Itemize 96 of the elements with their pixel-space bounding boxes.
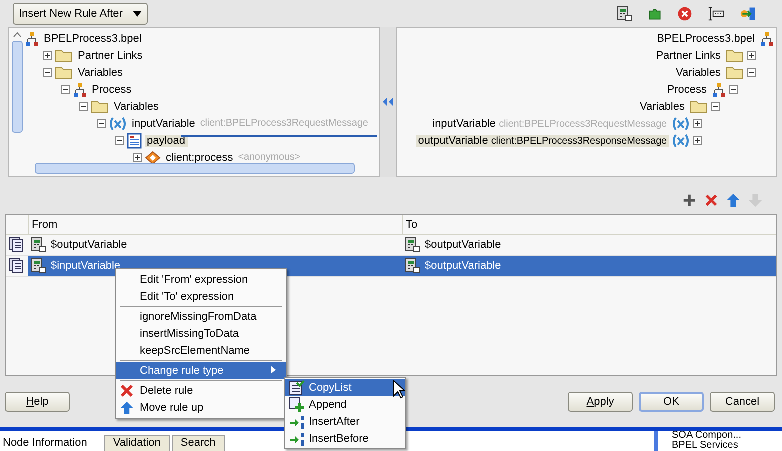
tree-node-label[interactable]: outputVariable client:BPELProcess3ResponseMessage — [416, 134, 669, 146]
close-icon[interactable] — [677, 6, 693, 22]
delete-icon[interactable] — [704, 193, 719, 208]
collapse-toggle[interactable] — [79, 102, 88, 111]
tree-node-label[interactable]: payload — [145, 134, 188, 146]
menu-item[interactable]: InsertAfter — [285, 413, 405, 430]
collapse-toggle[interactable] — [61, 85, 70, 94]
cancel-button[interactable]: Cancel — [710, 392, 775, 412]
submenu-arrow-icon — [271, 366, 276, 374]
panel-tab[interactable]: Search — [172, 435, 225, 451]
up-arrow-icon — [120, 400, 134, 414]
insert-icon — [289, 430, 305, 446]
help-button[interactable]: Help — [5, 392, 70, 412]
tree-node-label[interactable]: client:process — [164, 152, 236, 164]
tree-node-label[interactable]: Process — [665, 84, 709, 96]
list-icon — [289, 380, 305, 396]
apply-button[interactable]: Apply — [568, 392, 633, 412]
add-icon[interactable] — [682, 193, 697, 208]
tree-node-label[interactable]: Partner Links — [654, 50, 723, 62]
scrollbar-thumb[interactable] — [35, 163, 355, 174]
tree-node-label[interactable]: inputVariable client:BPELProcess3RequestMessage — [430, 118, 669, 130]
collapse-toggle[interactable] — [711, 102, 720, 111]
table-cell: $inputVariable — [51, 260, 121, 272]
expand-toggle[interactable] — [747, 51, 756, 60]
panel-tab[interactable]: Validation — [104, 435, 170, 451]
scrollbar-thumb[interactable] — [12, 41, 22, 133]
ok-button[interactable]: OK — [639, 392, 704, 412]
menu-item[interactable]: keepSrcElementName — [116, 342, 286, 359]
expand-toggle[interactable] — [693, 136, 702, 145]
expand-toggle[interactable] — [693, 119, 702, 128]
palette-item[interactable]: BPEL Services — [672, 441, 782, 451]
menu-item[interactable]: insertMissingToData — [116, 325, 286, 342]
calculator-icon — [405, 237, 421, 253]
folder-icon — [55, 66, 73, 80]
column-header[interactable]: From — [28, 215, 402, 234]
insert-icon — [289, 414, 305, 430]
tree-node-label[interactable]: BPELProcess3.bpel — [42, 32, 144, 44]
tree-node-label[interactable]: Variables — [638, 100, 687, 112]
collapse-toggle[interactable] — [97, 119, 106, 128]
append-icon — [289, 396, 305, 412]
menu-item[interactable]: InsertBefore — [285, 430, 405, 447]
menu-item[interactable]: Move rule up — [116, 399, 286, 416]
calculator-icon — [405, 258, 421, 274]
folder-icon — [690, 100, 708, 114]
menu-item[interactable]: Delete rule — [116, 382, 286, 399]
tree-node-label[interactable]: Variables — [674, 66, 723, 78]
ruler-icon[interactable] — [707, 6, 725, 22]
menu-item[interactable]: Change rule type — [116, 362, 286, 379]
list-icon — [9, 237, 25, 253]
hierarchy-icon — [25, 30, 39, 46]
export-icon[interactable] — [739, 6, 757, 22]
hierarchy-icon — [712, 82, 726, 98]
palette-item[interactable]: SOA Compon... — [672, 431, 782, 441]
collapse-toggle[interactable] — [115, 136, 124, 145]
scroll-up-icon[interactable] — [12, 32, 22, 38]
folder-icon — [55, 48, 73, 62]
folder-icon — [726, 66, 744, 80]
calculator-icon — [31, 237, 47, 253]
calculator-icon[interactable] — [617, 6, 633, 22]
menu-item[interactable]: Append — [285, 396, 405, 413]
collapse-toggle[interactable] — [747, 68, 756, 77]
table-cell: $outputVariable — [425, 260, 502, 272]
tree-node-label[interactable]: Variables — [112, 100, 162, 112]
caret-icon — [132, 10, 142, 16]
element-icon — [127, 132, 142, 148]
table-cell: $outputVariable — [51, 239, 128, 251]
variable-icon — [672, 134, 690, 148]
menu-item[interactable]: ignoreMissingFromData — [116, 308, 286, 325]
expand-toggle[interactable] — [133, 153, 142, 162]
list-icon — [9, 258, 25, 274]
table-cell: $outputVariable — [425, 239, 502, 251]
delete-icon — [120, 384, 134, 398]
tree-node-label[interactable]: Partner Links — [76, 50, 145, 62]
tree-node-label[interactable]: Process — [90, 84, 134, 96]
arrow-icon[interactable] — [383, 97, 393, 107]
collapse-toggle[interactable] — [729, 85, 738, 94]
hierarchy-icon — [73, 82, 87, 98]
menu-item[interactable]: CopyList — [285, 379, 405, 396]
tree-node-label[interactable]: inputVariable — [130, 118, 198, 130]
folder-icon — [726, 48, 744, 62]
type-label: client:BPELProcess3RequestMessage — [200, 118, 368, 129]
collapse-toggle[interactable] — [43, 68, 52, 77]
menu-item[interactable]: Edit 'To' expression — [116, 288, 286, 305]
expand-toggle[interactable] — [43, 51, 52, 60]
column-header[interactable]: To — [402, 215, 776, 234]
type-label: <anonymous> — [238, 152, 301, 163]
calculator-icon — [31, 258, 47, 274]
insert-mode-dropdown[interactable]: Insert New Rule After — [13, 2, 148, 24]
mapping-line[interactable] — [181, 135, 377, 138]
tree-node-label[interactable]: Variables — [76, 66, 126, 78]
hierarchy-icon — [760, 30, 774, 46]
tree-node-label[interactable]: BPELProcess3.bpel — [655, 32, 757, 44]
variable-icon — [109, 116, 127, 130]
up-arrow-icon[interactable] — [726, 193, 741, 208]
variable-icon — [672, 116, 690, 130]
folder-icon — [91, 100, 109, 114]
